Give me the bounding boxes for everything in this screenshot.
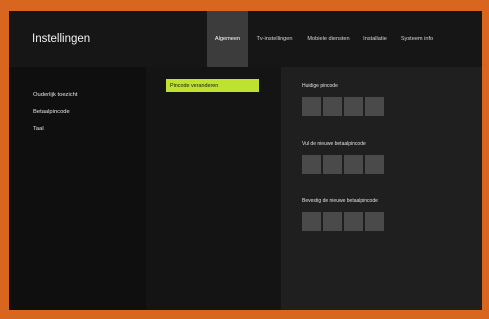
app-title: Instellingen xyxy=(32,33,91,45)
pin-digit-box[interactable] xyxy=(302,155,321,174)
tab-algemeen[interactable]: Algemeen xyxy=(207,11,248,67)
tab-systeem-info[interactable]: Systeem info xyxy=(394,11,440,67)
current-pin-label: Huidige pincode xyxy=(302,83,338,89)
confirm-pin-label: Bevestig de nieuwe betaalpincode xyxy=(302,198,378,204)
pin-digit-box[interactable] xyxy=(344,212,363,231)
tab-tv-instellingen[interactable]: Tv-instellingen xyxy=(248,11,301,67)
tab-bar: Algemeen Tv-instellingen Mobiele dienste… xyxy=(207,11,440,67)
sidebar-item-ouderlijk-toezicht[interactable]: Ouderlijk toezicht xyxy=(33,92,77,98)
pin-digit-box[interactable] xyxy=(365,155,384,174)
pin-digit-box[interactable] xyxy=(323,155,342,174)
pin-digit-box[interactable] xyxy=(344,155,363,174)
submenu-panel: Pincode veranderen xyxy=(146,67,281,310)
header-bar: Instellingen Algemeen Tv-instellingen Mo… xyxy=(9,11,482,67)
new-pin-input[interactable] xyxy=(302,155,386,174)
pin-digit-box[interactable] xyxy=(302,97,321,116)
pin-digit-box[interactable] xyxy=(344,97,363,116)
tab-installatie[interactable]: Installatie xyxy=(356,11,394,67)
sidebar: Ouderlijk toezicht Betaalpincode Taal xyxy=(9,67,146,310)
change-pin-button[interactable]: Pincode veranderen xyxy=(166,79,259,92)
confirm-pin-input[interactable] xyxy=(302,212,386,231)
pin-form-panel: Huidige pincode Vul de nieuwe betaalpinc… xyxy=(281,67,482,310)
new-pin-label: Vul de nieuwe betaalpincode xyxy=(302,141,366,147)
settings-screen: Instellingen Algemeen Tv-instellingen Mo… xyxy=(9,11,482,310)
pin-digit-box[interactable] xyxy=(323,97,342,116)
pin-digit-box[interactable] xyxy=(323,212,342,231)
sidebar-item-betaalpincode[interactable]: Betaalpincode xyxy=(33,109,70,115)
current-pin-input[interactable] xyxy=(302,97,386,116)
pin-digit-box[interactable] xyxy=(365,212,384,231)
pin-digit-box[interactable] xyxy=(302,212,321,231)
sidebar-item-taal[interactable]: Taal xyxy=(33,126,44,132)
pin-digit-box[interactable] xyxy=(365,97,384,116)
tab-mobiele-diensten[interactable]: Mobiele diensten xyxy=(301,11,356,67)
